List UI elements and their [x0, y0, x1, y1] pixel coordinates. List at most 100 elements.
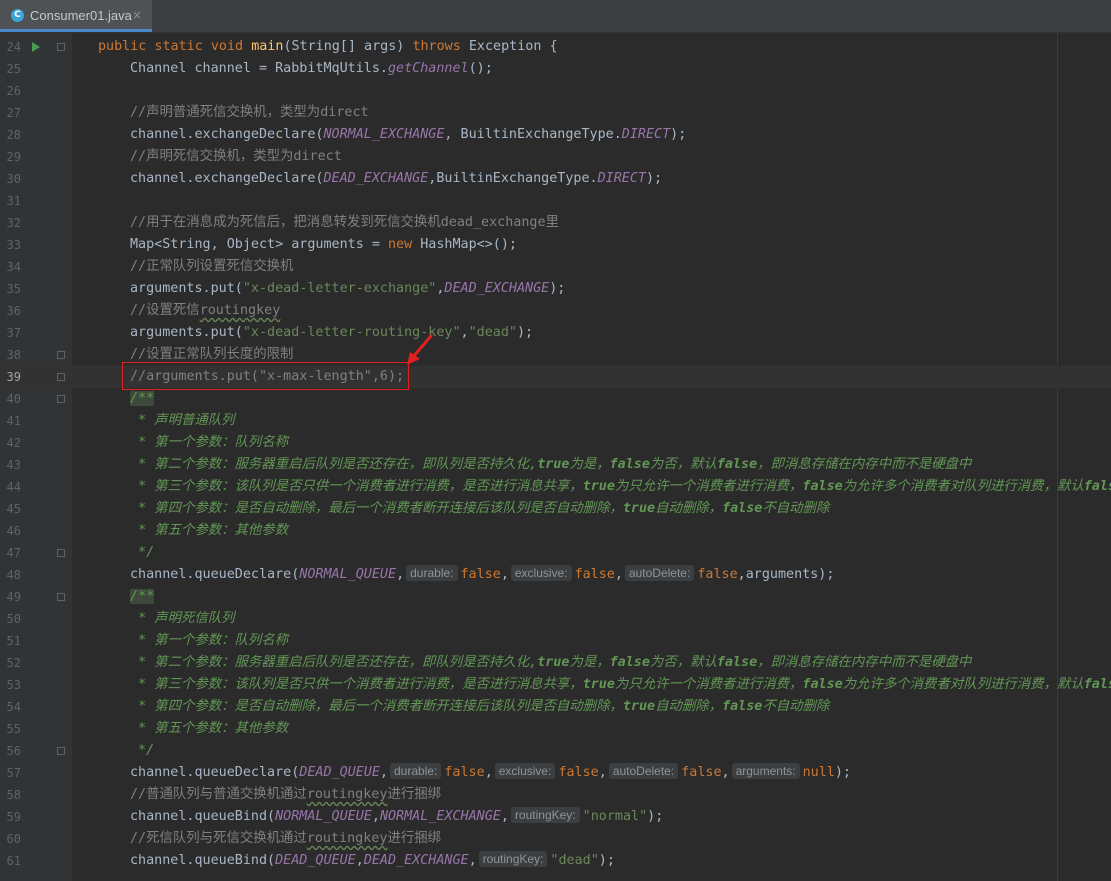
fold-icon[interactable]	[57, 351, 65, 359]
line-number: 49	[6, 590, 21, 604]
code-token: 为允许多个消费者对队列进行消费，默认	[842, 677, 1084, 692]
code-line[interactable]: 27 //声明普通死信交换机，类型为direct	[0, 102, 1111, 124]
fold-icon[interactable]	[57, 373, 65, 381]
code-token: routingkey	[306, 787, 388, 802]
run-icon[interactable]	[32, 42, 40, 52]
code-token: );	[549, 281, 566, 296]
line-number: 31	[6, 194, 21, 208]
line-number: 28	[6, 128, 21, 142]
code-line[interactable]: 57 channel.queueDeclare(DEAD_QUEUE, durabl…	[0, 762, 1111, 784]
code-line[interactable]: 48 channel.queueDeclare(NORMAL_QUEUE, dura…	[0, 564, 1111, 586]
code-text: //声明普通死信交换机，类型为direct	[130, 102, 369, 124]
line-number: 26	[6, 84, 21, 98]
code-line[interactable]: 26	[0, 80, 1111, 102]
line-number: 48	[6, 568, 21, 582]
code-token: Map<String, Object> arguments =	[130, 237, 388, 252]
code-line[interactable]: 55 * 第五个参数：其他参数	[0, 718, 1111, 740]
line-number: 57	[6, 766, 21, 780]
code-line[interactable]: 58 //普通队列与普通交换机通过routingkey进行捆绑	[0, 784, 1111, 806]
line-number: 24	[6, 40, 21, 54]
fold-icon[interactable]	[57, 549, 65, 557]
code-token: * 声明普通队列	[130, 413, 235, 428]
code-token: ,	[484, 765, 493, 780]
code-token: );	[670, 127, 687, 142]
fold-icon[interactable]	[57, 593, 65, 601]
code-token: //声明普通死信交换机，类型为direct	[130, 105, 369, 120]
tab-consumer01-java[interactable]: C Consumer01.java ×	[0, 0, 152, 32]
line-number: 25	[6, 62, 21, 76]
code-line[interactable]: 24 public static void main(String[] args)…	[0, 36, 1111, 58]
code-line[interactable]: 50 * 声明死信队列	[0, 608, 1111, 630]
code-text: channel.queueDeclare(DEAD_QUEUE, durable:…	[130, 762, 851, 784]
code-line[interactable]: 61 channel.queueBind(DEAD_QUEUE,DEAD_EXCH…	[0, 850, 1111, 872]
code-line[interactable]: 43 * 第二个参数：服务器重启后队列是否还存在，即队列是否持久化,true为是…	[0, 454, 1111, 476]
code-line[interactable]: 33 Map<String, Object> arguments = new Ha…	[0, 234, 1111, 256]
code-line[interactable]: 30 channel.exchangeDeclare(DEAD_EXCHANGE,…	[0, 168, 1111, 190]
fold-icon[interactable]	[57, 747, 65, 755]
code-token: ,	[500, 567, 509, 582]
code-token: /**	[130, 589, 155, 604]
code-line[interactable]: 36 //设置死信routingkey	[0, 300, 1111, 322]
code-text: //普通队列与普通交换机通过routingkey进行捆绑	[130, 784, 441, 806]
code-line[interactable]: 49 /**	[0, 586, 1111, 608]
code-line[interactable]: 56 */	[0, 740, 1111, 762]
code-token: //声明死信交换机，类型为direct	[130, 149, 342, 164]
code-token: ,	[460, 325, 469, 340]
code-token: ,arguments);	[737, 567, 835, 582]
code-line[interactable]: 53 * 第三个参数：该队列是否只供一个消费者进行消费，是否进行消息共享，tru…	[0, 674, 1111, 696]
code-line[interactable]: 59 channel.queueBind(NORMAL_QUEUE,NORMAL_…	[0, 806, 1111, 828]
code-line[interactable]: 29 //声明死信交换机，类型为direct	[0, 146, 1111, 168]
code-token: DEAD_EXCHANGE	[444, 281, 550, 296]
code-line[interactable]: 35 arguments.put("x-dead-letter-exchange"…	[0, 278, 1111, 300]
code-token: "dead"	[468, 325, 517, 340]
code-line[interactable]: 28 channel.exchangeDeclare(NORMAL_EXCHANG…	[0, 124, 1111, 146]
code-line[interactable]: 44 * 第三个参数：该队列是否只供一个消费者进行消费，是否进行消息共享，tru…	[0, 476, 1111, 498]
code-token: * 第二个参数：服务器重启后队列是否还存在，即队列是否持久化,	[130, 457, 538, 472]
code-line[interactable]: 37 arguments.put("x-dead-letter-routing-k…	[0, 322, 1111, 344]
line-number: 27	[6, 106, 21, 120]
code-text: * 第三个参数：该队列是否只供一个消费者进行消费，是否进行消息共享，true为只…	[130, 476, 1111, 498]
code-token: false	[609, 655, 650, 670]
code-token: * 第三个参数：该队列是否只供一个消费者进行消费，是否进行消息共享，	[130, 677, 583, 692]
code-token: routingkey	[306, 831, 388, 846]
code-line[interactable]: 51 * 第一个参数：队列名称	[0, 630, 1111, 652]
code-line[interactable]: 60 //死信队列与死信交换机通过routingkey进行捆绑	[0, 828, 1111, 850]
line-number: 29	[6, 150, 21, 164]
code-line[interactable]: 45 * 第四个参数：是否自动删除，最后一个消费者断开连接后该队列是否自动删除，…	[0, 498, 1111, 520]
code-token: 不自动删除	[762, 699, 830, 714]
highlight-box	[122, 362, 409, 390]
code-text: * 第五个参数：其他参数	[130, 520, 288, 542]
code-token: ,	[500, 809, 509, 824]
code-line[interactable]: 32 //用于在消息成为死信后，把消息转发到死信交换机dead_exchange里	[0, 212, 1111, 234]
code-line[interactable]: 47 */	[0, 542, 1111, 564]
code-token: channel.exchangeDeclare(	[130, 127, 324, 142]
line-number: 53	[6, 678, 21, 692]
code-token: false	[558, 765, 599, 780]
code-token: channel.queueDeclare(	[130, 567, 300, 582]
code-line[interactable]: 41 * 声明普通队列	[0, 410, 1111, 432]
code-line[interactable]: 52 * 第二个参数：服务器重启后队列是否还存在，即队列是否持久化,true为是…	[0, 652, 1111, 674]
code-token: 为否，默认	[649, 457, 717, 472]
code-text: //正常队列设置死信交换机	[130, 256, 293, 278]
code-text: channel.queueDeclare(NORMAL_QUEUE, durabl…	[130, 564, 834, 586]
close-icon[interactable]: ×	[132, 8, 142, 22]
line-number: 42	[6, 436, 21, 450]
code-token: 为只允许一个消费者进行消费，	[614, 677, 803, 692]
code-line[interactable]: 54 * 第四个参数：是否自动删除，最后一个消费者断开连接后该队列是否自动删除，…	[0, 696, 1111, 718]
code-line[interactable]: 34 //正常队列设置死信交换机	[0, 256, 1111, 278]
code-text: * 第三个参数：该队列是否只供一个消费者进行消费，是否进行消息共享，true为只…	[130, 674, 1111, 696]
code-line[interactable]: 42 * 第一个参数：队列名称	[0, 432, 1111, 454]
fold-icon[interactable]	[57, 395, 65, 403]
code-token: false	[1083, 677, 1111, 692]
code-token: * 第五个参数：其他参数	[130, 523, 289, 538]
code-line[interactable]: 46 * 第五个参数：其他参数	[0, 520, 1111, 542]
code-line[interactable]: 40 /**	[0, 388, 1111, 410]
code-line[interactable]: 31	[0, 190, 1111, 212]
code-token: NORMAL_QUEUE	[275, 809, 372, 824]
code-line[interactable]: 25 Channel channel = RabbitMqUtils.getCha…	[0, 58, 1111, 80]
line-number: 32	[6, 216, 21, 230]
fold-icon[interactable]	[57, 43, 65, 51]
code-token: true	[622, 699, 656, 714]
code-token: 为是，	[569, 457, 610, 472]
code-token: ,	[614, 567, 623, 582]
